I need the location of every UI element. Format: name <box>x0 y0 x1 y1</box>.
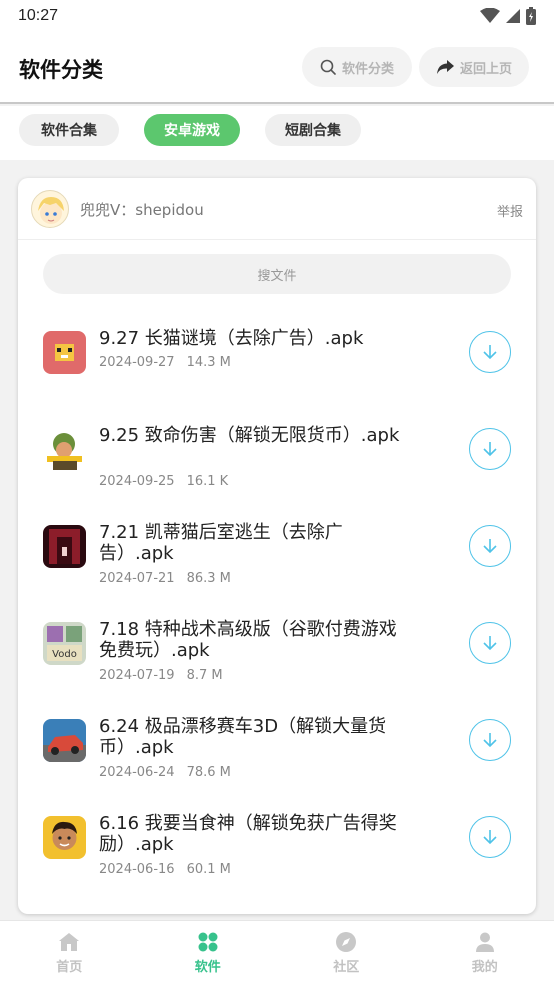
avatar[interactable] <box>31 190 69 228</box>
file-meta: 2024-06-24 78.6 M <box>99 765 231 780</box>
download-button[interactable] <box>469 331 511 373</box>
tab-short-drama[interactable]: 短剧合集 <box>265 114 361 146</box>
back-button-label: 返回上页 <box>459 61 512 77</box>
file-size: 16.1 K <box>186 474 229 489</box>
nav-community-label: 社区 <box>333 959 360 975</box>
tab-software-collection[interactable]: 软件合集 <box>19 114 119 146</box>
file-date: 2024-09-25 <box>99 474 175 489</box>
nav-software[interactable]: 软件 <box>139 921 278 984</box>
file-date: 2024-06-24 <box>99 765 175 780</box>
list-item[interactable]: Vodo 7.18 特种战术高级版（谷歌付费游戏免费玩）.apk 2024-07… <box>18 595 536 692</box>
download-arrow-icon <box>483 830 497 845</box>
cat-game-icon <box>43 331 86 374</box>
file-date: 2024-07-19 <box>99 668 175 683</box>
download-button[interactable] <box>469 719 511 761</box>
file-search-placeholder: 搜文件 <box>257 268 297 284</box>
file-size: 14.3 M <box>186 355 231 370</box>
download-arrow-icon <box>483 733 497 748</box>
file-date: 2024-07-21 <box>99 571 175 586</box>
list-item[interactable]: 9.27 长猫谜境（去除广告）.apk 2024-09-27 14.3 M <box>18 304 536 401</box>
list-item[interactable]: 7.21 凯蒂猫后室逃生（去除广告）.apk 2024-07-21 86.3 M <box>18 498 536 595</box>
file-meta: 2024-07-21 86.3 M <box>99 571 231 586</box>
search-button-label: 软件分类 <box>341 61 394 77</box>
grid-icon <box>198 932 218 951</box>
file-size: 60.1 M <box>186 862 231 877</box>
owner-name: 兜兜V：shepidou <box>80 201 204 219</box>
vodo-game-icon: Vodo <box>43 622 86 665</box>
system-icons <box>480 7 536 25</box>
racing-game-icon <box>43 719 86 762</box>
download-arrow-icon <box>483 539 497 554</box>
user-icon <box>475 932 494 952</box>
app-bar: 软件分类 软件分类 返回上页 <box>0 32 554 104</box>
soldier-game-icon <box>43 428 86 471</box>
compass-icon <box>336 931 357 952</box>
file-search-input[interactable]: 搜文件 <box>43 254 511 294</box>
share-arrow-icon <box>436 60 454 74</box>
list-item[interactable]: 6.16 我要当食神（解锁免获广告得奖励）.apk 2024-06-16 60.… <box>18 789 536 886</box>
nav-home[interactable]: 首页 <box>0 921 139 984</box>
download-arrow-icon <box>483 636 497 651</box>
file-name: 9.25 致命伤害（解锁无限货币）.apk <box>99 425 400 446</box>
report-link[interactable]: 举报 <box>497 201 523 220</box>
status-time: 10:27 <box>18 7 59 24</box>
file-name: 7.21 凯蒂猫后室逃生（去除广告）.apk <box>99 522 343 564</box>
file-card: 兜兜V：shepidou 举报 搜文件 9.27 长猫谜境（去除广告）.apk … <box>18 178 536 914</box>
file-name: 9.27 长猫谜境（去除广告）.apk <box>99 328 364 349</box>
download-button[interactable] <box>469 428 511 470</box>
file-date: 2024-06-16 <box>99 862 175 877</box>
chef-game-icon <box>43 816 86 859</box>
file-name: 7.18 特种战术高级版（谷歌付费游戏免费玩）.apk <box>99 619 397 661</box>
file-size: 78.6 M <box>186 765 231 780</box>
bottom-navigation: 首页 软件 社区 我的 <box>0 920 554 984</box>
nav-home-label: 首页 <box>56 959 83 975</box>
backroom-game-icon <box>43 525 86 568</box>
download-button[interactable] <box>469 816 511 858</box>
file-list: 9.27 长猫谜境（去除广告）.apk 2024-09-27 14.3 M 9.… <box>18 304 536 886</box>
file-meta: 2024-09-25 16.1 K <box>99 474 228 489</box>
page-title: 软件分类 <box>19 58 103 82</box>
card-header: 兜兜V：shepidou 举报 <box>18 178 536 240</box>
list-item[interactable]: 6.24 极品漂移赛车3D（解锁大量货币）.apk 2024-06-24 78.… <box>18 692 536 789</box>
battery-icon <box>526 7 536 25</box>
file-size: 8.7 M <box>186 668 223 683</box>
file-date: 2024-09-27 <box>99 355 175 370</box>
nav-software-label: 软件 <box>194 959 221 975</box>
back-button[interactable]: 返回上页 <box>419 47 529 87</box>
status-bar: 10:27 <box>0 0 554 32</box>
download-button[interactable] <box>469 622 511 664</box>
file-meta: 2024-09-27 14.3 M <box>99 355 231 370</box>
nav-mine-label: 我的 <box>471 959 498 975</box>
list-item[interactable]: 9.25 致命伤害（解锁无限货币）.apk 2024-09-25 16.1 K <box>18 401 536 498</box>
signal-icon <box>506 9 520 23</box>
wifi-icon <box>480 8 500 23</box>
file-size: 86.3 M <box>186 571 231 586</box>
category-search-button[interactable]: 软件分类 <box>302 47 412 87</box>
tab-android-games[interactable]: 安卓游戏 <box>144 114 240 146</box>
download-arrow-icon <box>483 345 497 360</box>
home-icon <box>59 932 80 951</box>
svg-text:Vodo: Vodo <box>52 649 77 660</box>
search-icon <box>320 59 336 75</box>
category-tabs: 软件合集 安卓游戏 短剧合集 <box>0 106 554 160</box>
download-button[interactable] <box>469 525 511 567</box>
nav-mine[interactable]: 我的 <box>416 921 554 984</box>
file-meta: 2024-06-16 60.1 M <box>99 862 231 877</box>
nav-community[interactable]: 社区 <box>277 921 416 984</box>
file-name: 6.16 我要当食神（解锁免获广告得奖励）.apk <box>99 813 397 855</box>
file-name: 6.24 极品漂移赛车3D（解锁大量货币）.apk <box>99 716 387 758</box>
download-arrow-icon <box>483 442 497 457</box>
file-meta: 2024-07-19 8.7 M <box>99 668 223 683</box>
